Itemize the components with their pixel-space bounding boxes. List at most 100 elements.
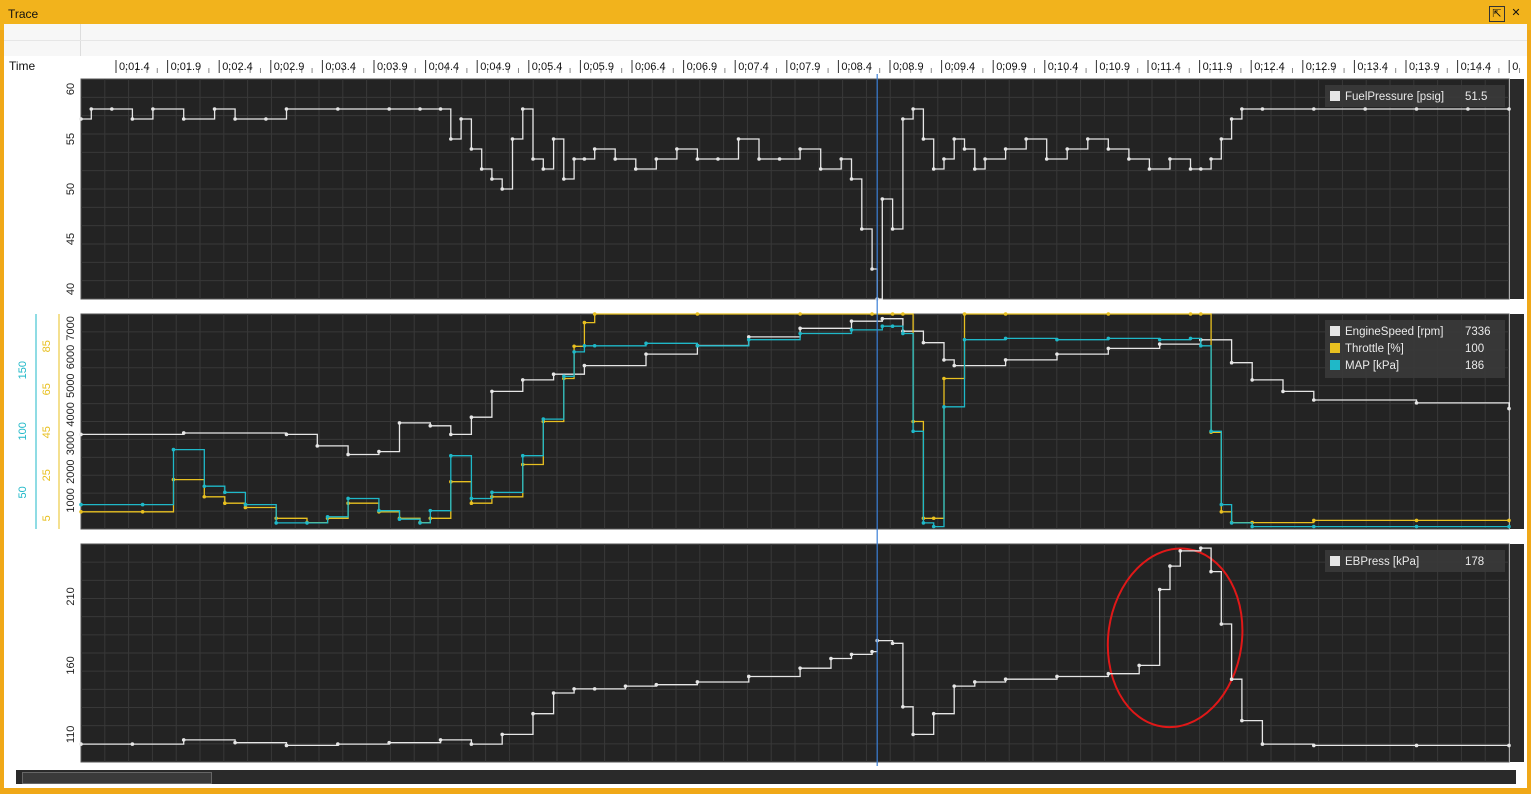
- fuel-pressure-panel[interactable]: 60 55 50 45 40 FuelPressure [psig] 51.5: [65, 78, 1524, 301]
- throttle-data-point: [469, 501, 474, 506]
- fuelpressure-data-point: [1198, 167, 1203, 171]
- throttle-data-point: [695, 312, 700, 316]
- time-tick-label: 0:01.9: [171, 61, 202, 73]
- fuelpressure-data-point: [79, 117, 83, 121]
- time-tick-label: 0:10.4: [1048, 61, 1079, 73]
- legend-entry-name: FuelPressure [psig]: [1345, 91, 1444, 103]
- throttle-data-point: [140, 510, 145, 514]
- panel-scroll-strip[interactable]: [1510, 544, 1524, 762]
- fuelpressure-data-point: [716, 157, 720, 161]
- ebpress-data-point: [438, 738, 443, 742]
- fuelpressure-data-point: [1065, 147, 1070, 151]
- ebpress-data-point: [1229, 677, 1234, 682]
- ebpress-data-point: [1168, 564, 1172, 568]
- throttle-data-point: [582, 320, 587, 325]
- map-data-point: [1219, 502, 1224, 507]
- map-data-point: [1312, 524, 1316, 529]
- throttle-data-point: [890, 312, 895, 316]
- enginespeed-data-point: [1003, 358, 1008, 362]
- fuelpressure-data-point: [859, 227, 864, 231]
- fuelpressure-data-point: [1085, 137, 1090, 141]
- fuelpressure-data-point: [1312, 107, 1316, 111]
- throttle-data-point: [572, 344, 576, 349]
- map-data-point: [469, 496, 474, 501]
- enginespeed-data-point: [1055, 352, 1059, 356]
- enginespeed-data-point: [1312, 398, 1316, 402]
- ebpress-data-point: [572, 687, 576, 691]
- engine-speed-tick-label: 4000: [65, 402, 77, 426]
- ebpress-data-point: [952, 684, 957, 688]
- engine-panel[interactable]: 1000 2000 3000 4000 5000 6000 7000 5 25 45 65 85 50 1…: [17, 312, 1524, 530]
- map-data-point: [202, 484, 207, 489]
- fuelpressure-data-point: [490, 177, 494, 181]
- ebpress-data-point: [798, 666, 802, 670]
- map-data-point: [942, 405, 946, 409]
- throttle-data-point: [942, 376, 946, 381]
- map-data-point: [1003, 336, 1008, 341]
- legend-entry-name: Throttle [%]: [1345, 343, 1404, 355]
- fuel-pressure-tick-label: 45: [65, 233, 77, 245]
- fuelpressure-data-point: [551, 137, 556, 141]
- time-tick-label: 0:12.9: [1306, 61, 1337, 73]
- panel-scroll-strip[interactable]: [1510, 314, 1524, 529]
- ebpress-data-point: [911, 732, 915, 737]
- fuelpressure-data-point: [89, 107, 94, 111]
- scrollbar-thumb[interactable]: [22, 772, 212, 784]
- fuelpressure-data-point: [418, 107, 422, 111]
- map-data-point: [274, 521, 278, 525]
- time-tick-label: 0:11.4: [1151, 61, 1181, 73]
- ebpress-data-point: [829, 656, 833, 661]
- horizontal-scrollbar[interactable]: [16, 770, 1516, 784]
- time-ticks: 0:01.4 0:01.9 0:02.4 0:02.9 0:03.4 0:03.9 0:04…: [115, 60, 1521, 73]
- time-tick-label: 0:07.4: [738, 61, 769, 73]
- time-tick-label: 0:14.4: [1461, 61, 1492, 73]
- close-icon[interactable]: ✕: [1509, 6, 1523, 20]
- fuelpressure-data-point: [1147, 167, 1152, 171]
- panel-scroll-strip[interactable]: [1510, 79, 1524, 299]
- fuelpressure-data-point: [818, 167, 823, 171]
- fuelpressure-data-point: [931, 167, 936, 171]
- fuelpressure-data-point: [654, 157, 659, 161]
- throttle-data-point: [1198, 312, 1203, 316]
- ebpress-data-point: [972, 680, 977, 684]
- fuelpressure-data-point: [983, 157, 987, 161]
- trace-plots[interactable]: 0:01.4 0:01.9 0:02.4 0:02.9 0:03.4 0:03.9 0:04…: [4, 24, 1527, 788]
- time-tick-label: 0:02.4: [222, 61, 253, 73]
- enginespeed-data-point: [520, 378, 525, 382]
- throttle-tick-label: 45: [41, 426, 53, 438]
- fuel-pressure-tick-label: 50: [65, 183, 77, 195]
- map-data-point: [1157, 337, 1162, 342]
- map-data-point: [695, 343, 700, 348]
- pin-icon[interactable]: ⇱: [1489, 6, 1505, 22]
- fuelpressure-data-point: [582, 157, 587, 161]
- ebpress-data-point: [469, 742, 474, 746]
- time-tick-label: 0:08.4: [841, 61, 872, 73]
- time-tick-label: 0:07.9: [790, 61, 821, 73]
- ebpress-data-point: [500, 732, 505, 737]
- fuelpressure-data-point: [592, 147, 597, 151]
- map-data-point: [890, 324, 895, 329]
- ebpress-data-point: [592, 687, 597, 691]
- map-data-point: [921, 521, 926, 525]
- map-data-point: [962, 337, 967, 342]
- ebpress-data-point: [1003, 677, 1008, 682]
- ebpress-panel[interactable]: 110 160 210 EBPress [kPa] 178: [65, 540, 1524, 763]
- throttle-data-point: [223, 501, 227, 506]
- enginespeed-data-point: [942, 358, 946, 362]
- map-tick-label: 50: [17, 486, 29, 498]
- map-data-point: [1055, 337, 1059, 342]
- time-tick-label: 0:04.4: [429, 61, 460, 73]
- ebpress-data-point: [1137, 663, 1141, 668]
- fuelpressure-data-point: [1240, 107, 1244, 111]
- throttle-data-point: [79, 510, 83, 514]
- ebpress-data-point: [695, 680, 700, 684]
- engine-speed-tick-label: 3000: [65, 431, 77, 455]
- fuelpressure-data-point: [1024, 137, 1028, 141]
- ebpress-data-point: [336, 742, 340, 746]
- map-data-point: [223, 490, 227, 495]
- map-data-point: [428, 508, 433, 513]
- map-data-point: [325, 514, 330, 519]
- ebpress-data-point: [1055, 674, 1059, 679]
- fuelpressure-data-point: [1209, 157, 1213, 161]
- ebpress-data-point: [1507, 743, 1511, 748]
